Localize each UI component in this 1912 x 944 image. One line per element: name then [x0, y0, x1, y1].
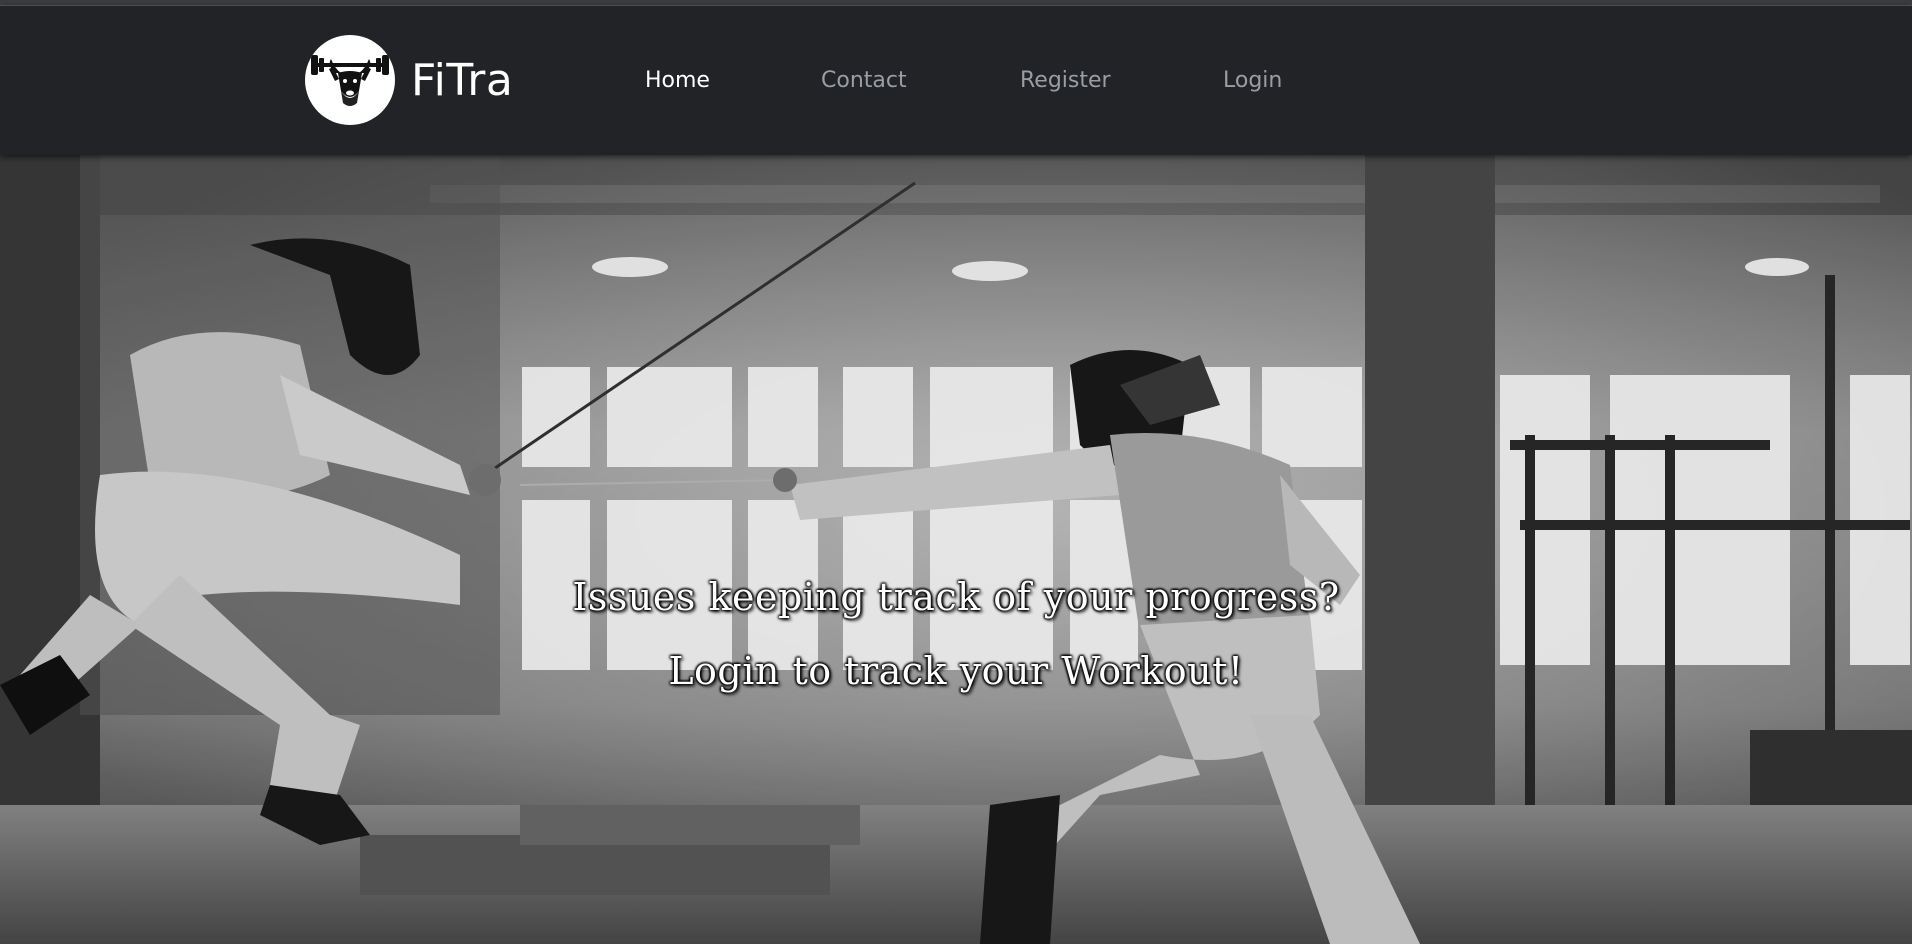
hero-banner: Issues keeping track of your progress? L…	[0, 155, 1912, 944]
nav-contact[interactable]: Contact	[821, 68, 907, 93]
fencing-gym-photo	[0, 155, 1912, 944]
nav-register[interactable]: Register	[1020, 68, 1111, 93]
navbar: FiTra Home Contact Register Login	[0, 6, 1912, 155]
hero-subheadline: Login to track your Workout!	[668, 649, 1244, 693]
nav-home[interactable]: Home	[645, 68, 710, 93]
nav-login[interactable]: Login	[1223, 68, 1282, 93]
nav-links: Home Contact Register Login	[0, 6, 1912, 155]
hero-headline: Issues keeping track of your progress?	[572, 575, 1340, 619]
